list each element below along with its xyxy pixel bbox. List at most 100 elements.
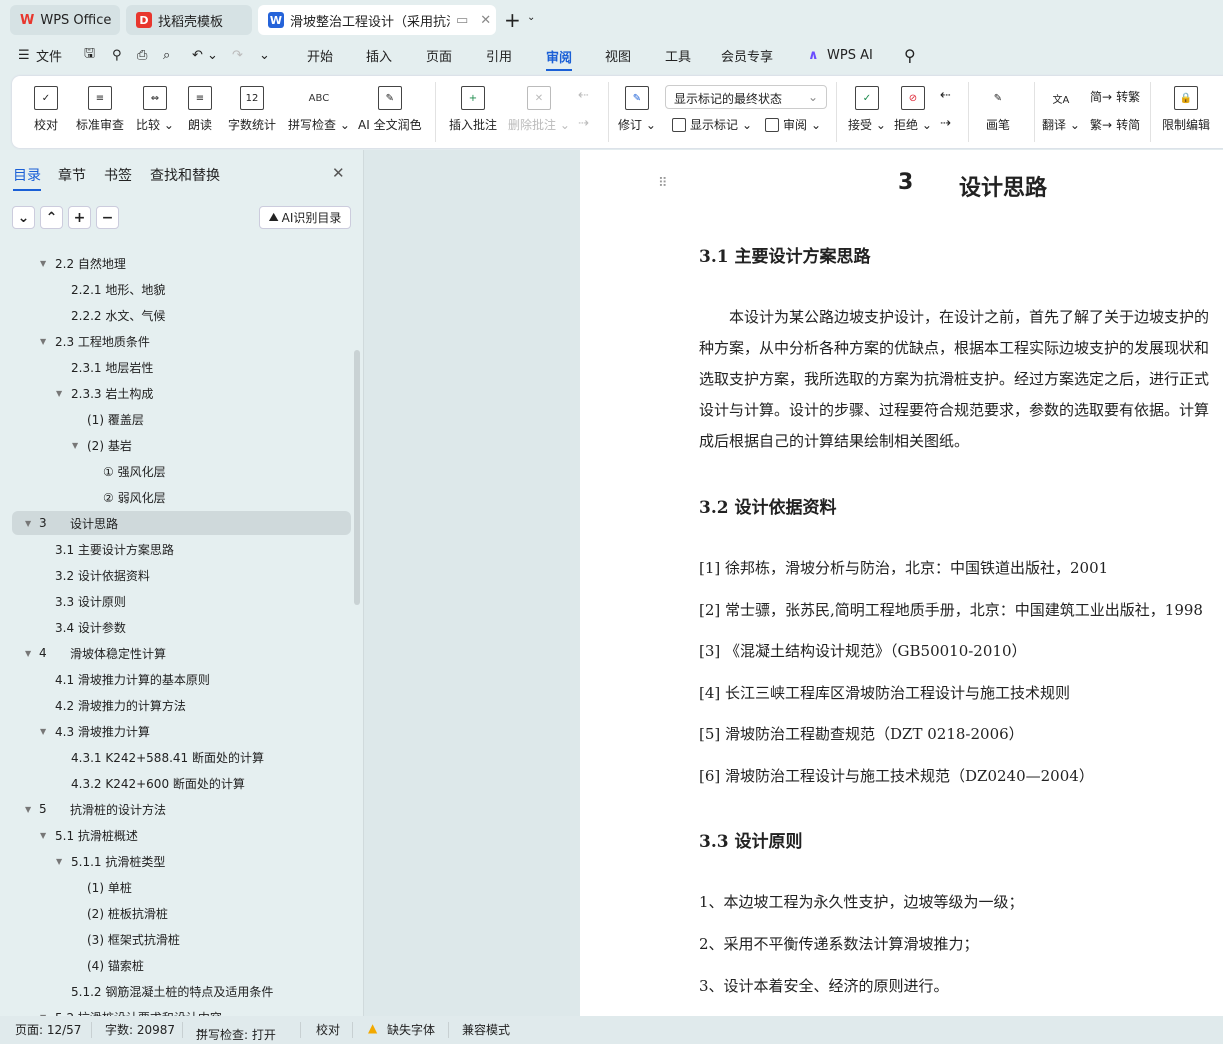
undo-icon[interactable]: ↶ ⌄ [192,48,218,63]
toc-item[interactable]: (3) 框架式抗滑桩 [0,927,351,951]
menu-review[interactable]: 审阅 [546,47,573,71]
toc-item[interactable]: ① 强风化层 [0,459,351,483]
menu-reference[interactable]: 引用 [486,46,512,65]
toc-item[interactable]: 3.4 设计参数 [0,615,351,639]
toc-item[interactable]: 4.3.1 K242+588.41 断面处的计算 [0,745,351,769]
track-changes-button[interactable]: ✎ 修订 ⌄ [618,86,656,133]
tab-wps-office[interactable]: W WPS Office [10,5,120,35]
close-tab-icon[interactable]: ✕ [480,13,491,28]
collapse-arrow-icon[interactable]: ▼ [40,259,46,268]
document-page[interactable]: ⠿ 3 设计思路 3.1 主要设计方案思路 本设计为某公路边坡支护设计，在设计之… [580,150,1223,1016]
insert-comment-button[interactable]: + 插入批注 [449,86,497,133]
print-icon[interactable]: ⎙ [137,48,147,63]
tab-bookmarks[interactable]: 书签 [104,165,132,185]
toc-item[interactable]: (4) 锚索桩 [0,953,351,977]
collapse-up-button[interactable]: ⌃ [40,206,63,229]
collapse-arrow-icon[interactable]: ▼ [56,857,62,866]
tab-chapters[interactable]: 章节 [58,165,86,185]
compare-button[interactable]: ⇔ 比较 ⌄ [136,86,174,133]
collapse-arrow-icon[interactable]: ▼ [25,805,31,814]
spell-check-button[interactable]: ABC 拼写检查 ⌄ [288,86,350,133]
tab-document[interactable]: W 滑坡整治工程设计（采用抗滑 ▭ ✕ [258,5,496,35]
toc-item[interactable]: 2.3.1 地层岩性 [0,355,351,379]
spell-check-status[interactable]: 拼写检查: 打开 ⌄ [196,1021,276,1042]
reject-button[interactable]: ⊘ 拒绝 ⌄ [894,86,932,133]
word-count-button[interactable]: 12 字数统计 [228,86,276,133]
share-icon[interactable]: ⚲ [112,48,122,63]
drag-handle-icon[interactable]: ⠿ [658,176,668,191]
collapse-arrow-icon[interactable]: ▼ [25,519,31,528]
menu-insert[interactable]: 插入 [366,46,392,65]
show-markup-button[interactable]: 显示标记 ⌄ [672,116,752,133]
toc-item[interactable]: ② 弱风化层 [0,485,351,509]
next-comment-icon[interactable]: ⇢ [578,116,589,131]
add-heading-button[interactable]: + [68,206,91,229]
print-preview-icon[interactable]: ⌕ [163,48,170,63]
toc-item[interactable]: 4.2 滑坡推力的计算方法 [0,693,351,717]
toc-item[interactable]: (1) 覆盖层 [0,407,351,431]
menu-view[interactable]: 视图 [605,46,631,65]
remove-heading-button[interactable]: − [96,206,119,229]
collapse-arrow-icon[interactable]: ▼ [56,389,62,398]
more-icon[interactable]: ⌄ [259,48,270,63]
hamburger-icon[interactable]: ☰ [18,48,30,63]
word-count[interactable]: 字数: 20987 [105,1021,175,1038]
toc-item[interactable]: ▼ 5.1.1 抗滑桩类型 [0,849,351,873]
collapse-arrow-icon[interactable]: ▼ [40,337,46,346]
previous-comment-icon[interactable]: ⇠ [578,88,589,103]
new-tab-icon[interactable]: + [504,8,521,32]
menu-file[interactable]: 文件 [36,46,62,65]
toc-item[interactable]: ▼ 4 滑坡体稳定性计算 [0,641,351,665]
standard-review-button[interactable]: ≡ 标准审查 [76,86,124,133]
markup-mode-select[interactable]: 显示标记的最终状态 ⌄ [665,85,827,109]
expand-down-button[interactable]: ⌄ [12,206,35,229]
toc-item[interactable]: 3.3 设计原则 [0,589,351,613]
tab-find-replace[interactable]: 查找和替换 [150,165,220,185]
toc-item[interactable]: 2.2.1 地形、地貌 [0,277,351,301]
proofread-status[interactable]: 校对 [316,1021,340,1038]
toc-item[interactable]: 4.1 滑坡推力计算的基本原则 [0,667,351,691]
toc-item[interactable]: (2) 桩板抗滑桩 [0,901,351,925]
ai-polish-button[interactable]: ✎ AI 全文润色 [358,86,422,133]
restrict-edit-button[interactable]: 🔒 限制编辑 [1162,86,1210,133]
toc-item[interactable]: ▼ 5.1 抗滑桩概述 [0,823,351,847]
toc-item[interactable]: ▼5.2 抗滑桩设计要求和设计内容 [0,1005,351,1017]
toc-item[interactable]: ▼ 4.3 滑坡推力计算 [0,719,351,743]
toc-item[interactable]: ▼ 2.3.3 岩土构成 [0,381,351,405]
proofread-button[interactable]: ✓ 校对 [34,86,58,133]
monitor-icon[interactable]: ▭ [456,13,468,28]
toc-item[interactable]: 5.1.2 钢筋混凝土桩的特点及适用条件 [0,979,351,1003]
toc-item[interactable]: (1) 单桩 [0,875,351,899]
tab-docer[interactable]: D 找稻壳模板 [126,5,252,35]
page-indicator[interactable]: 页面: 12/57 [15,1021,81,1038]
chevron-down-icon[interactable]: ⌄ [527,12,535,23]
menu-start[interactable]: 开始 [307,46,333,65]
tab-toc[interactable]: 目录 [13,165,41,191]
delete-comment-button[interactable]: ✕ 删除批注 ⌄ [508,86,570,133]
collapse-arrow-icon[interactable]: ▼ [25,649,31,658]
missing-font-status[interactable]: 缺失字体 [387,1021,435,1038]
redo-icon[interactable]: ↷ [232,48,243,63]
menu-page[interactable]: 页面 [426,46,452,65]
toc-item[interactable]: ▼ 5 抗滑桩的设计方法 [0,797,351,821]
collapse-arrow-icon[interactable]: ▼ [72,441,78,450]
menu-wps-ai[interactable]: WPS AI [827,48,873,63]
ai-toc-button[interactable]: ⛰ AI识别目录 [259,206,351,229]
toc-item[interactable]: 2.2.2 水文、气候 [0,303,351,327]
next-change-icon[interactable]: ⇢ [940,116,951,131]
toc-item[interactable]: ▼ 2.2 自然地理 [0,251,351,275]
toc-item[interactable]: ▼ 2.3 工程地质条件 [0,329,351,353]
close-pane-icon[interactable]: ✕ [332,164,345,182]
translate-button[interactable]: 文A 翻译 ⌄ [1042,86,1080,133]
toc-item[interactable]: 3.1 主要设计方案思路 [0,537,351,561]
collapse-arrow-icon[interactable]: ▼ [40,727,46,736]
to-traditional-button[interactable]: 简→ 转繁 [1090,88,1140,105]
menu-member[interactable]: 会员专享 [721,46,773,65]
collapse-arrow-icon[interactable]: ▼ [40,831,46,840]
read-aloud-button[interactable]: ≡ 朗读 [188,86,212,133]
search-icon[interactable]: ⚲ [904,46,916,65]
pen-button[interactable]: ✎ 画笔 [986,86,1010,133]
accept-button[interactable]: ✓ 接受 ⌄ [848,86,886,133]
review-pane-button[interactable]: 审阅 ⌄ [765,116,821,133]
to-simplified-button[interactable]: 繁→ 转简 [1090,116,1140,133]
